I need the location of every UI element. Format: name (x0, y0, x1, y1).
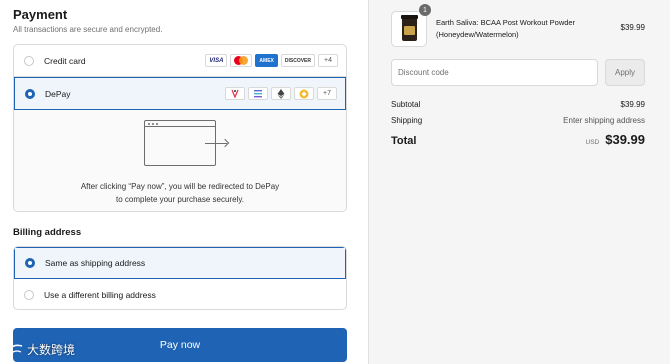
redirect-notice: After clicking “Pay now”, you will be re… (14, 110, 346, 211)
shipping-value: Enter shipping address (563, 116, 645, 125)
order-summary: 1 Earth Saliva: BCAA Post Workout Powder… (368, 0, 670, 364)
billing-option-different[interactable]: Use a different billing address (14, 279, 346, 309)
payment-option-depay[interactable]: DePay +7 (14, 77, 346, 110)
product-name: Earth Saliva: BCAA Post Workout Powder (… (436, 18, 576, 39)
payment-methods: Credit card VISA AMEX DISCOVER +4 DePay (13, 44, 347, 212)
subtotal-label: Subtotal (391, 100, 421, 109)
quantity-badge: 1 (419, 4, 431, 16)
product-thumbnail (391, 11, 427, 47)
different-address-radio[interactable] (24, 290, 34, 300)
same-address-label: Same as shipping address (45, 258, 146, 268)
total-value-group: USD $39.99 (586, 132, 646, 147)
depay-radio[interactable] (25, 88, 35, 99)
product-jar-image (401, 15, 418, 41)
more-crypto-badge: +7 (317, 87, 337, 100)
redirect-text: After clicking “Pay now”, you will be re… (80, 182, 280, 204)
discount-code-input[interactable] (391, 59, 598, 86)
mastercard-icon (230, 54, 253, 67)
same-address-radio[interactable] (25, 258, 35, 268)
credit-card-label: Credit card (44, 55, 86, 66)
discover-icon: DISCOVER (280, 54, 315, 67)
crypto-token-icon (225, 87, 245, 100)
total-row: Total USD $39.99 (391, 132, 645, 147)
payment-heading: Payment (13, 7, 68, 22)
billing-heading: Billing address (13, 227, 82, 238)
amex-icon: AMEX (255, 54, 278, 67)
credit-card-radio[interactable] (24, 55, 34, 66)
apply-discount-button[interactable]: Apply (605, 59, 645, 86)
redirect-arrow-icon (205, 143, 227, 144)
more-cards-badge: +4 (318, 54, 338, 67)
total-label: Total (391, 135, 417, 147)
depay-label: DePay (45, 88, 71, 99)
bnb-icon (294, 87, 314, 100)
total-currency: USD (585, 139, 600, 146)
billing-options: Same as shipping address Use a different… (13, 246, 347, 310)
ethereum-icon (271, 87, 291, 100)
subtotal-row: Subtotal $39.99 (391, 100, 645, 109)
billing-option-same[interactable]: Same as shipping address (14, 247, 346, 279)
crypto-badges: +7 (225, 87, 337, 100)
solana-icon (248, 87, 268, 100)
visa-icon: VISA (205, 54, 228, 67)
watermark-text: 大数跨境 (27, 343, 76, 357)
payment-option-credit-card[interactable]: Credit card VISA AMEX DISCOVER +4 (14, 45, 346, 77)
watermark-logo-icon (6, 343, 24, 357)
shipping-row: Shipping Enter shipping address (391, 116, 645, 125)
payment-subtitle: All transactions are secure and encrypte… (13, 25, 163, 34)
watermark: 大数跨境 (6, 341, 75, 358)
card-brand-badges: VISA AMEX DISCOVER +4 (205, 54, 338, 67)
subtotal-value: $39.99 (620, 100, 645, 109)
total-amount: $39.99 (605, 132, 645, 147)
product-price: $39.99 (620, 23, 645, 32)
checkout-main: Payment All transactions are secure and … (0, 0, 368, 364)
shipping-label: Shipping (391, 116, 423, 125)
different-address-label: Use a different billing address (44, 290, 156, 300)
